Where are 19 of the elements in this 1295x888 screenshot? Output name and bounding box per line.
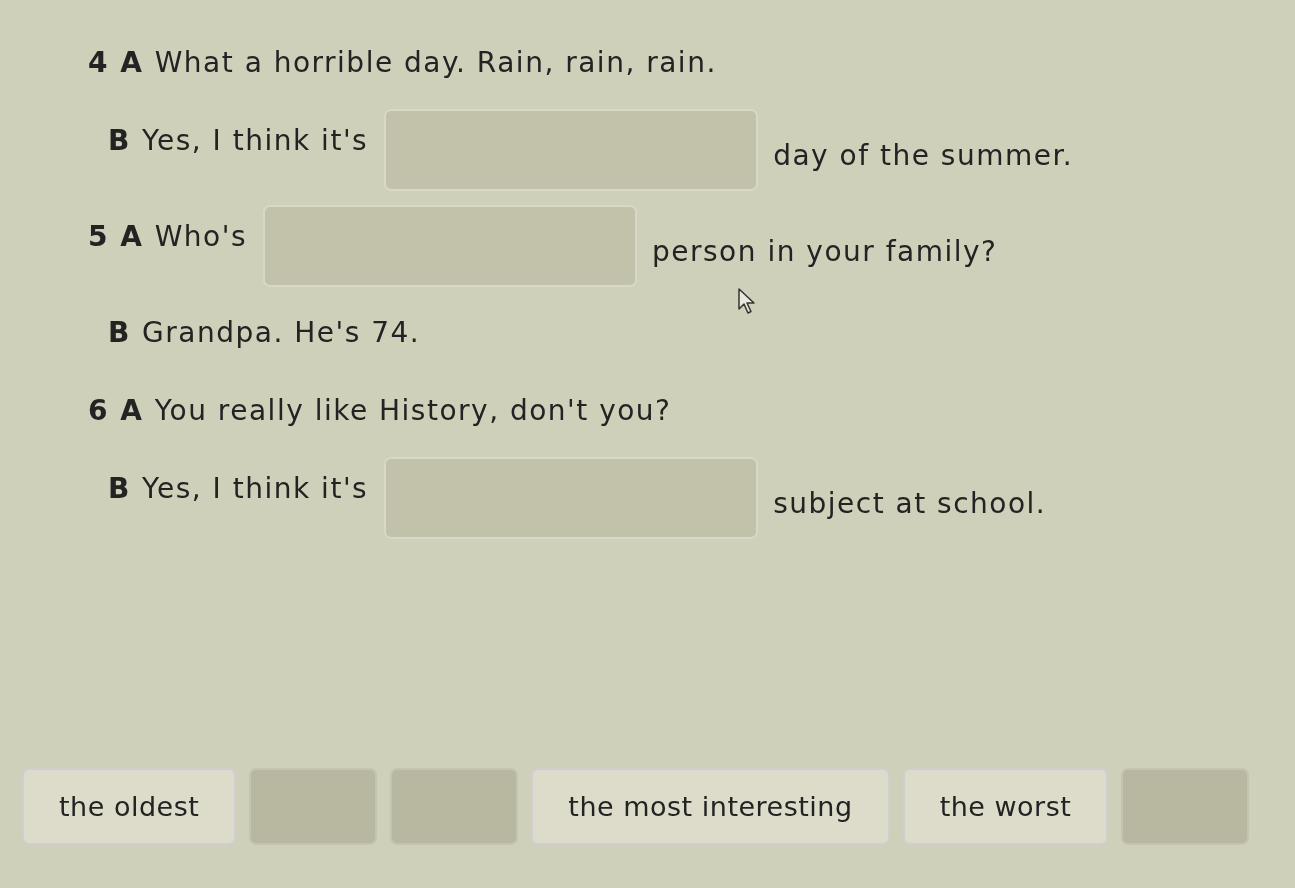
empty-word-slot[interactable]: [390, 768, 519, 845]
dialogue-line: 5 A Who's: [88, 220, 247, 254]
word-chip[interactable]: the worst: [902, 768, 1109, 845]
mouse-pointer-icon: [738, 288, 758, 314]
answer-box[interactable]: [263, 205, 637, 287]
dialogue-line: subject at school.: [773, 487, 1047, 521]
dialogue-line: B Grandpa. He's 74.: [108, 316, 421, 350]
answer-box[interactable]: [384, 457, 759, 539]
word-chip[interactable]: the most interesting: [531, 768, 890, 845]
word-chip[interactable]: the oldest: [22, 768, 237, 845]
dialogue-line: B Yes, I think it's: [108, 124, 369, 158]
dialogue-line: 6 A You really like History, don't you?: [88, 394, 672, 428]
dialogue-line: 4 A What a horrible day. Rain, rain, rain.: [88, 46, 717, 80]
empty-word-slot[interactable]: [249, 768, 378, 845]
empty-word-slot[interactable]: [1121, 768, 1250, 845]
dialogue-line: person in your family?: [652, 235, 998, 269]
dialogue-line: day of the summer.: [773, 139, 1074, 173]
dialogue-line: B Yes, I think it's: [108, 472, 369, 506]
answer-box[interactable]: [384, 109, 759, 191]
